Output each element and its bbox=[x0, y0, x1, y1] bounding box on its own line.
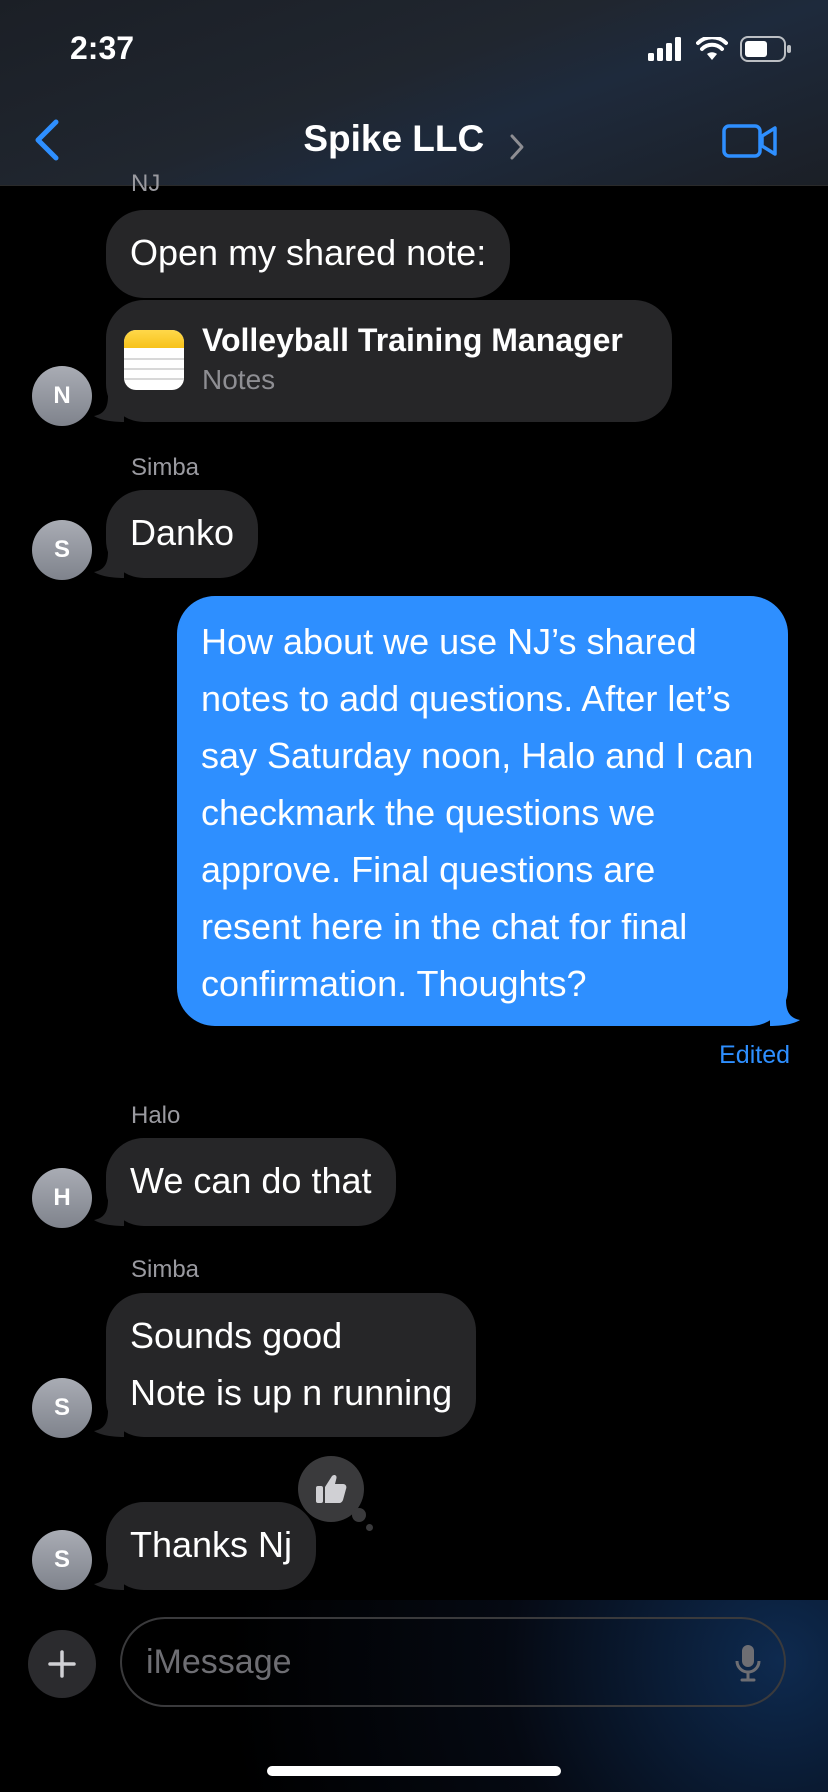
message-text: Danko bbox=[130, 512, 235, 553]
home-indicator[interactable] bbox=[267, 1766, 561, 1776]
note-app-label: Notes bbox=[202, 364, 276, 395]
microphone-icon[interactable] bbox=[734, 1643, 762, 1683]
conversation-title[interactable]: Spike LLC bbox=[0, 118, 828, 161]
reaction-bubble-dot bbox=[366, 1524, 373, 1531]
message-text: We can do that bbox=[130, 1160, 372, 1201]
sender-name: Simba bbox=[131, 1256, 200, 1283]
message-bubble[interactable]: Thanks Nj bbox=[106, 1502, 317, 1590]
bubble-tail bbox=[94, 1200, 124, 1226]
notes-app-icon bbox=[124, 330, 184, 390]
outgoing-message-bubble[interactable]: How about we use NJ’s shared notes to ad… bbox=[177, 596, 788, 1026]
plus-icon bbox=[48, 1650, 76, 1678]
avatar[interactable]: H bbox=[32, 1168, 92, 1228]
message-text: Open my shared note: bbox=[130, 232, 487, 273]
sender-name: NJ bbox=[131, 170, 161, 197]
video-call-icon[interactable] bbox=[722, 122, 778, 160]
wifi-icon bbox=[696, 37, 728, 60]
battery-icon bbox=[740, 36, 791, 62]
status-icons bbox=[648, 36, 792, 62]
message-input-placeholder: iMessage bbox=[146, 1643, 292, 1681]
sender-name: Simba bbox=[131, 454, 200, 481]
avatar[interactable]: N bbox=[32, 366, 92, 426]
avatar[interactable]: S bbox=[32, 1378, 92, 1438]
message-bubble[interactable]: We can do that bbox=[106, 1138, 396, 1226]
bubble-tail bbox=[94, 1564, 124, 1590]
bubble-tail bbox=[770, 1000, 800, 1026]
message-bubble[interactable]: Sounds good Note is up n running bbox=[106, 1293, 477, 1437]
message-text-line: Sounds good bbox=[130, 1315, 343, 1356]
status-bar: 2:37 bbox=[0, 0, 828, 100]
message-text: Thanks Nj bbox=[130, 1524, 293, 1565]
note-title: Volleyball Training Manager bbox=[202, 322, 623, 358]
message-input[interactable]: iMessage bbox=[120, 1617, 786, 1707]
bubble-tail bbox=[94, 552, 124, 578]
chevron-right-icon bbox=[510, 134, 524, 160]
avatar[interactable]: S bbox=[32, 1530, 92, 1590]
apps-plus-button[interactable] bbox=[28, 1630, 96, 1698]
sender-name: Halo bbox=[131, 1102, 181, 1129]
message-text: How about we use NJ’s shared notes to ad… bbox=[201, 621, 754, 1004]
thumbs-up-icon bbox=[316, 1474, 347, 1503]
message-bubble[interactable]: Open my shared note: bbox=[106, 210, 511, 298]
avatar[interactable]: S bbox=[32, 520, 92, 580]
bubble-tail bbox=[94, 1411, 124, 1437]
reaction-bubble-dot bbox=[352, 1508, 366, 1522]
edited-label[interactable]: Edited bbox=[719, 1041, 790, 1070]
status-time: 2:37 bbox=[70, 30, 135, 66]
conversation-name: Spike LLC bbox=[303, 118, 485, 159]
bubble-tail bbox=[94, 396, 124, 422]
message-text-line: Note is up n running bbox=[130, 1372, 453, 1413]
signal-icon bbox=[648, 37, 681, 61]
message-bubble[interactable]: Danko bbox=[106, 490, 259, 578]
shared-note-attachment[interactable]: Volleyball Training Manager Notes bbox=[106, 300, 672, 422]
